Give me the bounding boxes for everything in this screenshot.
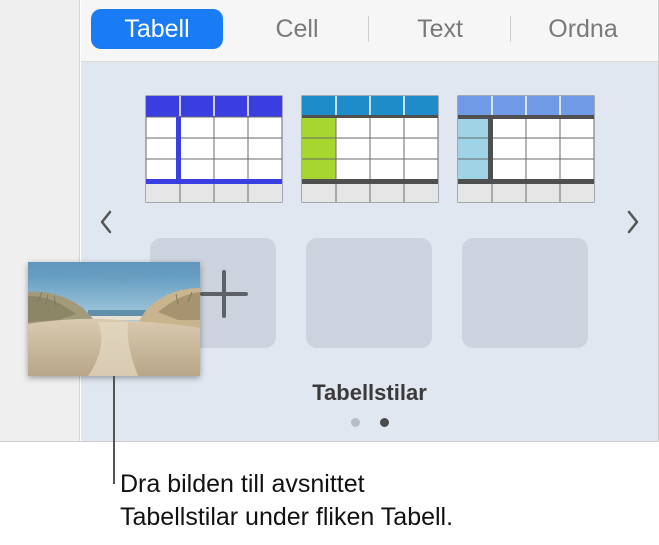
table-style-light-blue[interactable] xyxy=(457,95,595,203)
callout-line xyxy=(113,376,115,484)
chevron-right-icon[interactable] xyxy=(622,206,644,238)
table-style-blue[interactable] xyxy=(145,95,283,203)
plus-icon xyxy=(200,270,248,318)
table-styles-panel: Tabellstilar xyxy=(81,62,658,441)
callout-line-2: Tabellstilar under fliken Tabell. xyxy=(120,503,454,531)
tab-tabell[interactable]: Tabell xyxy=(91,9,223,49)
page-dot-2[interactable] xyxy=(380,418,389,427)
tab-ordna[interactable]: Ordna xyxy=(523,9,643,49)
tab-text[interactable]: Text xyxy=(381,9,499,49)
tab-separator xyxy=(510,16,511,42)
page-dot-1[interactable] xyxy=(351,418,360,427)
window-edge xyxy=(0,441,659,442)
callout-line-1: Dra bilden till avsnittet xyxy=(120,470,365,498)
panel-title: Tabellstilar xyxy=(312,380,427,405)
tab-bar: Tabell Cell Text Ordna xyxy=(81,0,658,62)
chevron-left-icon[interactable] xyxy=(95,206,117,238)
dragged-beach-photo[interactable] xyxy=(28,262,200,376)
callout-text: Dra bilden till avsnittet Tabellstilar u… xyxy=(120,468,453,534)
table-style-green[interactable] xyxy=(301,95,439,203)
empty-style-slot[interactable] xyxy=(306,238,432,348)
tab-separator xyxy=(368,16,369,42)
tab-cell[interactable]: Cell xyxy=(241,9,353,49)
empty-style-slot[interactable] xyxy=(462,238,588,348)
